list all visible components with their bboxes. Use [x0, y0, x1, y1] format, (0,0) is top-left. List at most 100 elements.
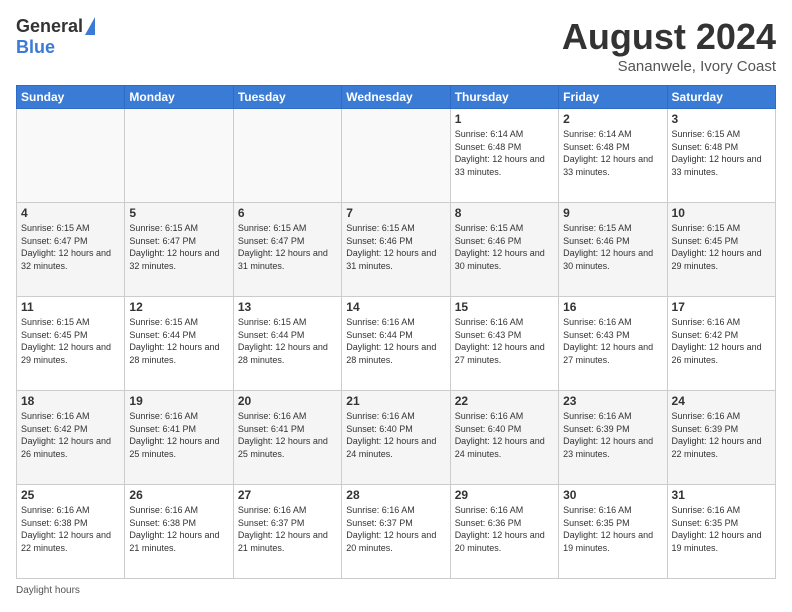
- day-detail: Sunrise: 6:16 AMSunset: 6:37 PMDaylight:…: [346, 504, 445, 554]
- day-number: 18: [21, 394, 120, 408]
- day-detail: Sunrise: 6:15 AMSunset: 6:46 PMDaylight:…: [346, 222, 445, 272]
- day-detail: Sunrise: 6:16 AMSunset: 6:42 PMDaylight:…: [672, 316, 771, 366]
- table-row: [342, 109, 450, 203]
- table-row: 22 Sunrise: 6:16 AMSunset: 6:40 PMDayligh…: [450, 391, 558, 485]
- day-detail: Sunrise: 6:15 AMSunset: 6:48 PMDaylight:…: [672, 128, 771, 178]
- day-number: 4: [21, 206, 120, 220]
- day-detail: Sunrise: 6:16 AMSunset: 6:36 PMDaylight:…: [455, 504, 554, 554]
- table-row: 21 Sunrise: 6:16 AMSunset: 6:40 PMDayligh…: [342, 391, 450, 485]
- col-sunday: Sunday: [17, 86, 125, 109]
- footer: Daylight hours: [16, 585, 776, 596]
- page: General Blue August 2024 Sananwele, Ivor…: [0, 0, 792, 612]
- table-row: 2 Sunrise: 6:14 AMSunset: 6:48 PMDaylight…: [559, 109, 667, 203]
- location-subtitle: Sananwele, Ivory Coast: [562, 58, 776, 75]
- day-detail: Sunrise: 6:16 AMSunset: 6:37 PMDaylight:…: [238, 504, 337, 554]
- day-number: 16: [563, 300, 662, 314]
- day-detail: Sunrise: 6:16 AMSunset: 6:39 PMDaylight:…: [672, 410, 771, 460]
- day-number: 7: [346, 206, 445, 220]
- logo-text: General: [16, 16, 95, 37]
- table-row: 14 Sunrise: 6:16 AMSunset: 6:44 PMDayligh…: [342, 297, 450, 391]
- day-detail: Sunrise: 6:16 AMSunset: 6:39 PMDaylight:…: [563, 410, 662, 460]
- day-number: 31: [672, 488, 771, 502]
- table-row: 13Sunrise: 6:15 AMSunset: 6:44 PMDayligh…: [233, 297, 341, 391]
- table-row: 4 Sunrise: 6:15 AMSunset: 6:47 PMDaylight…: [17, 203, 125, 297]
- day-number: 26: [129, 488, 228, 502]
- day-number: 17: [672, 300, 771, 314]
- day-number: 22: [455, 394, 554, 408]
- table-row: 18Sunrise: 6:16 AMSunset: 6:42 PMDayligh…: [17, 391, 125, 485]
- calendar-week-row: 25Sunrise: 6:16 AMSunset: 6:38 PMDayligh…: [17, 485, 776, 579]
- table-row: 31 Sunrise: 6:16 AMSunset: 6:35 PMDayligh…: [667, 485, 775, 579]
- day-number: 5: [129, 206, 228, 220]
- table-row: 25Sunrise: 6:16 AMSunset: 6:38 PMDayligh…: [17, 485, 125, 579]
- calendar-week-row: 11Sunrise: 6:15 AMSunset: 6:45 PMDayligh…: [17, 297, 776, 391]
- table-row: 15 Sunrise: 6:16 AMSunset: 6:43 PMDayligh…: [450, 297, 558, 391]
- day-detail: Sunrise: 6:16 AMSunset: 6:38 PMDaylight:…: [21, 504, 120, 554]
- day-number: 27: [238, 488, 337, 502]
- day-detail: Sunrise: 6:16 AMSunset: 6:44 PMDaylight:…: [346, 316, 445, 366]
- calendar-week-row: 1 Sunrise: 6:14 AMSunset: 6:48 PMDaylight…: [17, 109, 776, 203]
- day-number: 14: [346, 300, 445, 314]
- col-tuesday: Tuesday: [233, 86, 341, 109]
- day-number: 15: [455, 300, 554, 314]
- day-detail: Sunrise: 6:16 AMSunset: 6:40 PMDaylight:…: [455, 410, 554, 460]
- col-friday: Friday: [559, 86, 667, 109]
- day-detail: Sunrise: 6:14 AMSunset: 6:48 PMDaylight:…: [563, 128, 662, 178]
- day-number: 29: [455, 488, 554, 502]
- day-number: 21: [346, 394, 445, 408]
- day-number: 6: [238, 206, 337, 220]
- day-number: 2: [563, 112, 662, 126]
- table-row: [125, 109, 233, 203]
- day-number: 8: [455, 206, 554, 220]
- logo-general-text: General: [16, 16, 83, 37]
- day-number: 1: [455, 112, 554, 126]
- day-number: 23: [563, 394, 662, 408]
- calendar-header-row: Sunday Monday Tuesday Wednesday Thursday…: [17, 86, 776, 109]
- footer-text: Daylight hours: [16, 585, 80, 596]
- table-row: 26 Sunrise: 6:16 AMSunset: 6:38 PMDayligh…: [125, 485, 233, 579]
- day-detail: Sunrise: 6:16 AMSunset: 6:40 PMDaylight:…: [346, 410, 445, 460]
- table-row: 6Sunrise: 6:15 AMSunset: 6:47 PMDaylight…: [233, 203, 341, 297]
- table-row: 10Sunrise: 6:15 AMSunset: 6:45 PMDayligh…: [667, 203, 775, 297]
- day-number: 30: [563, 488, 662, 502]
- table-row: 27 Sunrise: 6:16 AMSunset: 6:37 PMDayligh…: [233, 485, 341, 579]
- calendar-week-row: 4 Sunrise: 6:15 AMSunset: 6:47 PMDaylight…: [17, 203, 776, 297]
- day-detail: Sunrise: 6:16 AMSunset: 6:38 PMDaylight:…: [129, 504, 228, 554]
- title-block: August 2024 Sananwele, Ivory Coast: [562, 16, 776, 75]
- day-number: 20: [238, 394, 337, 408]
- day-number: 9: [563, 206, 662, 220]
- day-detail: Sunrise: 6:16 AMSunset: 6:43 PMDaylight:…: [455, 316, 554, 366]
- table-row: 12Sunrise: 6:15 AMSunset: 6:44 PMDayligh…: [125, 297, 233, 391]
- day-number: 28: [346, 488, 445, 502]
- header: General Blue August 2024 Sananwele, Ivor…: [16, 16, 776, 75]
- day-detail: Sunrise: 6:15 AMSunset: 6:45 PMDaylight:…: [21, 316, 120, 366]
- table-row: 28 Sunrise: 6:16 AMSunset: 6:37 PMDayligh…: [342, 485, 450, 579]
- month-title: August 2024: [562, 16, 776, 58]
- table-row: 24 Sunrise: 6:16 AMSunset: 6:39 PMDayligh…: [667, 391, 775, 485]
- table-row: 7 Sunrise: 6:15 AMSunset: 6:46 PMDaylight…: [342, 203, 450, 297]
- table-row: 3 Sunrise: 6:15 AMSunset: 6:48 PMDaylight…: [667, 109, 775, 203]
- table-row: 30Sunrise: 6:16 AMSunset: 6:35 PMDayligh…: [559, 485, 667, 579]
- table-row: 16Sunrise: 6:16 AMSunset: 6:43 PMDayligh…: [559, 297, 667, 391]
- table-row: 9Sunrise: 6:15 AMSunset: 6:46 PMDaylight…: [559, 203, 667, 297]
- day-detail: Sunrise: 6:15 AMSunset: 6:46 PMDaylight:…: [455, 222, 554, 272]
- calendar-table: Sunday Monday Tuesday Wednesday Thursday…: [16, 85, 776, 579]
- col-saturday: Saturday: [667, 86, 775, 109]
- day-detail: Sunrise: 6:15 AMSunset: 6:47 PMDaylight:…: [21, 222, 120, 272]
- table-row: 17 Sunrise: 6:16 AMSunset: 6:42 PMDayligh…: [667, 297, 775, 391]
- day-number: 10: [672, 206, 771, 220]
- table-row: [17, 109, 125, 203]
- logo-triangle-icon: [85, 17, 95, 35]
- table-row: 8 Sunrise: 6:15 AMSunset: 6:46 PMDaylight…: [450, 203, 558, 297]
- day-number: 19: [129, 394, 228, 408]
- table-row: 29 Sunrise: 6:16 AMSunset: 6:36 PMDayligh…: [450, 485, 558, 579]
- table-row: 19Sunrise: 6:16 AMSunset: 6:41 PMDayligh…: [125, 391, 233, 485]
- table-row: 20 Sunrise: 6:16 AMSunset: 6:41 PMDayligh…: [233, 391, 341, 485]
- table-row: 23 Sunrise: 6:16 AMSunset: 6:39 PMDayligh…: [559, 391, 667, 485]
- day-detail: Sunrise: 6:16 AMSunset: 6:41 PMDaylight:…: [238, 410, 337, 460]
- calendar-week-row: 18Sunrise: 6:16 AMSunset: 6:42 PMDayligh…: [17, 391, 776, 485]
- day-number: 24: [672, 394, 771, 408]
- day-detail: Sunrise: 6:16 AMSunset: 6:35 PMDaylight:…: [672, 504, 771, 554]
- day-number: 3: [672, 112, 771, 126]
- day-detail: Sunrise: 6:14 AMSunset: 6:48 PMDaylight:…: [455, 128, 554, 178]
